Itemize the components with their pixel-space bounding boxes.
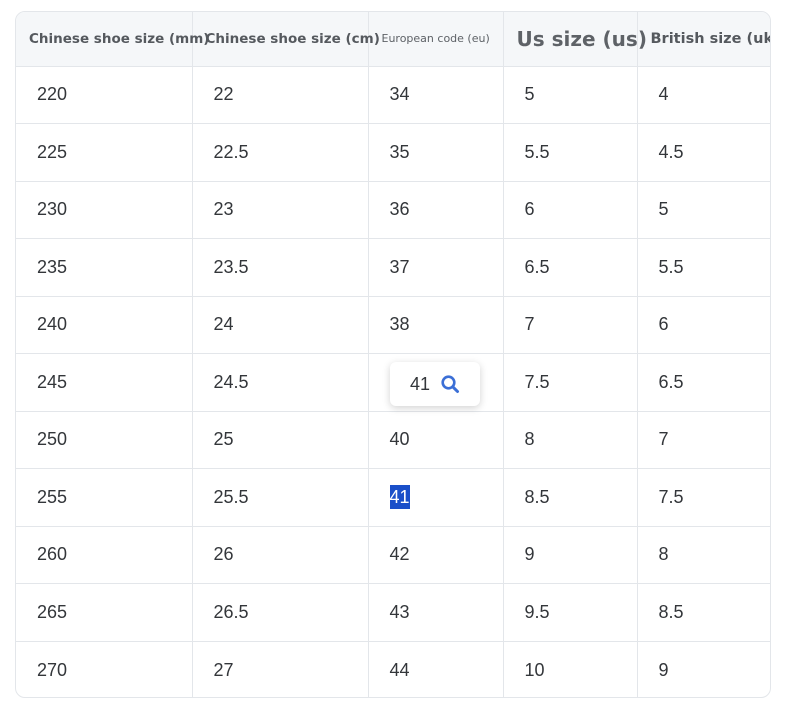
column-header-cn-mm: Chinese shoe size (mm) — [16, 12, 209, 67]
table-row: 225 22.5 35 5.5 4.5 — [16, 123, 770, 182]
cell-eu: 37 — [368, 238, 504, 297]
cell-cn-cm: 24 — [192, 296, 369, 354]
cell-uk: 7.5 — [637, 468, 770, 527]
cell-cn-cm: 22.5 — [192, 123, 369, 182]
cell-cn-cm: 22 — [192, 66, 369, 124]
table-row: 250 25 40 8 7 — [16, 411, 770, 469]
table-row: 240 24 38 7 6 — [16, 296, 770, 354]
cell-cn-mm: 230 — [16, 181, 193, 239]
cell-eu: 40 — [368, 411, 504, 469]
shoe-size-table: Chinese shoe size (mm) Chinese shoe size… — [16, 12, 770, 697]
cell-us: 10 — [503, 641, 638, 697]
cell-uk: 8.5 — [637, 583, 770, 642]
cell-us: 5 — [503, 66, 638, 124]
cell-uk: 6 — [637, 296, 770, 354]
cell-uk: 7 — [637, 411, 770, 469]
cell-us: 6.5 — [503, 238, 638, 297]
cell-us: 6 — [503, 181, 638, 239]
cell-cn-mm: 270 — [16, 641, 193, 697]
cell-cn-mm: 225 — [16, 123, 193, 182]
cell-eu: 44 — [368, 641, 504, 697]
cell-eu: 35 — [368, 123, 504, 182]
cell-uk: 9 — [658, 659, 669, 680]
cell-eu: 41 — [368, 468, 504, 527]
table-row: 260 26 42 9 8 — [16, 526, 770, 584]
cell-cn-cm: 23 — [192, 181, 369, 239]
cell-cn-mm: 250 — [16, 411, 193, 469]
cell-uk: 4 — [637, 66, 770, 124]
cell-cn-mm: 235 — [16, 238, 193, 297]
cell-eu: 42 — [368, 526, 504, 584]
cell-eu: 34 — [368, 66, 504, 124]
search-icon[interactable] — [440, 374, 460, 394]
cell-us: 8.5 — [503, 468, 638, 527]
table-row: 255 25.5 41 8.5 7.5 — [16, 468, 770, 527]
highlighted-selection[interactable]: 41 — [389, 484, 410, 509]
table-row: 270 27 44 10 9 — [16, 641, 770, 697]
cell-cn-mm: 260 — [16, 526, 193, 584]
selection-search-popup[interactable]: 41 — [390, 362, 480, 406]
cell-cn-cm: 26 — [192, 526, 369, 584]
cell-cn-mm: 220 — [16, 66, 193, 124]
cell-cn-cm: 27 — [192, 641, 369, 697]
table-header-row: Chinese shoe size (mm) Chinese shoe size… — [16, 12, 770, 67]
table-row: 220 22 34 5 4 — [16, 66, 770, 124]
table-row: 235 23.5 37 6.5 5.5 — [16, 238, 770, 297]
cell-cn-mm: 265 — [16, 583, 193, 642]
cell-cn-cm: 25.5 — [192, 468, 369, 527]
cell-us: 9.5 — [503, 583, 638, 642]
column-header-eu: European code (eu) — [368, 12, 504, 67]
cell-cn-cm: 25 — [192, 411, 369, 469]
cell-us: 8 — [503, 411, 638, 469]
cell-eu: 38 — [368, 296, 504, 354]
cell-us: 7.5 — [503, 353, 638, 412]
table-row: 265 26.5 43 9.5 8.5 — [16, 583, 770, 642]
table-row: 230 23 36 6 5 — [16, 181, 770, 239]
cell-uk: 5.5 — [637, 238, 770, 297]
column-header-cn-cm: Chinese shoe size (cm) — [192, 12, 380, 67]
cell-cn-cm: 23.5 — [192, 238, 369, 297]
cell-cn-mm: 240 — [16, 296, 193, 354]
cell-us: 9 — [503, 526, 638, 584]
cell-us: 5.5 — [503, 123, 638, 182]
column-header-us: Us size (us) — [503, 12, 647, 67]
shoe-size-table-card: Chinese shoe size (mm) Chinese shoe size… — [15, 11, 771, 698]
cell-uk: 4.5 — [637, 123, 770, 182]
cell-eu: 43 — [368, 583, 504, 642]
cell-cn-cm: 24.5 — [192, 353, 369, 412]
cell-cn-mm: 255 — [16, 468, 193, 527]
popup-selected-text: 41 — [410, 373, 431, 394]
cell-us: 7 — [503, 296, 638, 354]
cell-uk: 8 — [637, 526, 770, 584]
cell-uk: 6.5 — [637, 353, 770, 412]
cell-cn-cm: 26.5 — [192, 583, 369, 642]
column-header-uk: British size (uk) — [637, 12, 770, 67]
cell-cn-mm: 245 — [16, 353, 193, 412]
cell-uk: 5 — [637, 181, 770, 239]
cell-eu: 36 — [368, 181, 504, 239]
